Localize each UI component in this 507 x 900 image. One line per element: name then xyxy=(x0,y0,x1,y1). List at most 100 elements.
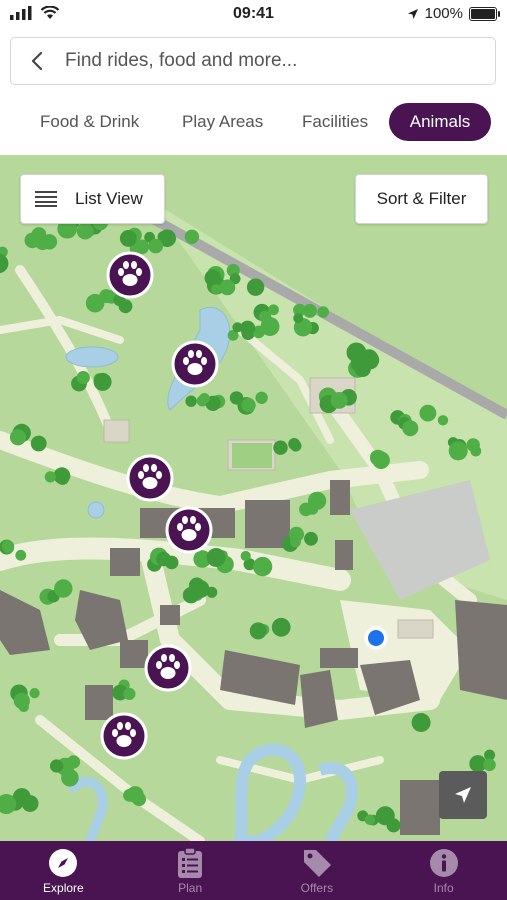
tree xyxy=(199,393,210,404)
map-canvas xyxy=(0,155,507,841)
tree xyxy=(2,542,14,554)
tree xyxy=(375,806,395,826)
nav-plan[interactable]: Plan xyxy=(127,841,254,900)
tree xyxy=(448,441,468,461)
paw-icon xyxy=(126,454,174,502)
tree xyxy=(402,420,419,437)
tree xyxy=(76,222,94,240)
tree xyxy=(9,429,27,446)
tree xyxy=(229,391,244,405)
nav-info[interactable]: Info xyxy=(380,841,507,900)
park-map[interactable] xyxy=(0,155,507,841)
paw-marker[interactable] xyxy=(144,644,192,692)
battery-icon xyxy=(469,6,500,21)
tree xyxy=(156,551,171,567)
tree xyxy=(204,269,222,287)
chevron-left-icon xyxy=(31,51,43,71)
tab-animals[interactable]: Animals xyxy=(389,103,491,141)
info-icon xyxy=(429,849,458,877)
tree xyxy=(50,759,64,773)
tree xyxy=(54,579,73,598)
list-view-button[interactable]: List View xyxy=(20,174,165,224)
locate-me-button[interactable] xyxy=(439,771,487,819)
clipboard-icon xyxy=(178,848,203,878)
tree xyxy=(241,397,256,413)
tree xyxy=(76,371,90,385)
tree xyxy=(35,235,51,251)
nav-plan-label: Plan xyxy=(178,881,203,895)
nav-offers-label: Offers xyxy=(300,881,334,895)
tree xyxy=(123,687,136,701)
category-tabs: Food & Drink Play Areas Facilities Anima… xyxy=(0,100,507,144)
nav-info-label: Info xyxy=(433,881,454,895)
search-input[interactable] xyxy=(63,49,477,73)
nav-offers[interactable]: Offers xyxy=(254,841,381,900)
paw-marker[interactable] xyxy=(171,340,219,388)
tree xyxy=(271,617,291,637)
tree xyxy=(85,293,105,313)
map-stage xyxy=(232,443,272,468)
tree xyxy=(44,471,56,483)
tree xyxy=(288,438,301,450)
tree xyxy=(219,279,236,296)
tree xyxy=(437,415,449,426)
tree xyxy=(370,449,386,466)
paw-icon xyxy=(171,340,219,388)
paw-marker[interactable] xyxy=(100,712,148,760)
sort-filter-label: Sort & Filter xyxy=(376,189,467,208)
tag-icon xyxy=(303,850,331,877)
back-button[interactable] xyxy=(11,38,63,84)
sort-filter-button[interactable]: Sort & Filter xyxy=(355,174,488,224)
tree xyxy=(364,814,376,826)
search-bar xyxy=(10,37,496,85)
tree xyxy=(411,713,431,732)
user-location-dot xyxy=(366,628,386,648)
tree xyxy=(13,692,30,710)
tree xyxy=(419,404,437,422)
tree xyxy=(258,310,272,323)
tab-facilities[interactable]: Facilities xyxy=(302,103,368,141)
tree xyxy=(61,769,79,787)
tab-food-drink[interactable]: Food & Drink xyxy=(40,103,139,141)
tree xyxy=(293,313,304,324)
tree xyxy=(30,435,47,452)
tree xyxy=(288,526,304,542)
tree xyxy=(211,284,221,295)
location-arrow-icon xyxy=(407,8,418,19)
battery-percent: 100% xyxy=(424,5,463,22)
status-bar: 09:41 100% xyxy=(0,0,507,28)
tree xyxy=(470,445,482,457)
nav-explore[interactable]: Explore xyxy=(0,841,127,900)
tree xyxy=(126,786,144,803)
paw-icon xyxy=(100,712,148,760)
tree xyxy=(304,531,318,546)
tree xyxy=(350,349,370,369)
tree xyxy=(66,755,81,769)
tree xyxy=(148,238,163,254)
tree xyxy=(252,556,273,577)
paw-marker[interactable] xyxy=(106,251,154,299)
tree xyxy=(483,758,496,772)
tree xyxy=(240,550,251,562)
tree xyxy=(206,586,218,598)
paw-icon xyxy=(165,506,213,554)
tree xyxy=(255,391,268,404)
paw-marker[interactable] xyxy=(126,454,174,502)
tree xyxy=(246,278,265,296)
paw-icon xyxy=(106,251,154,299)
tree xyxy=(330,392,348,409)
list-view-label: List View xyxy=(75,189,143,208)
tree xyxy=(302,303,317,318)
tree xyxy=(206,548,226,567)
battery-fill xyxy=(471,8,495,19)
tree xyxy=(15,549,27,561)
paw-icon xyxy=(144,644,192,692)
tree xyxy=(185,395,197,407)
tree xyxy=(29,688,40,699)
tree xyxy=(53,467,71,485)
tree xyxy=(21,795,39,812)
tree xyxy=(118,299,133,314)
tree xyxy=(317,306,330,318)
tab-play-areas[interactable]: Play Areas xyxy=(182,103,263,141)
paw-marker[interactable] xyxy=(165,506,213,554)
